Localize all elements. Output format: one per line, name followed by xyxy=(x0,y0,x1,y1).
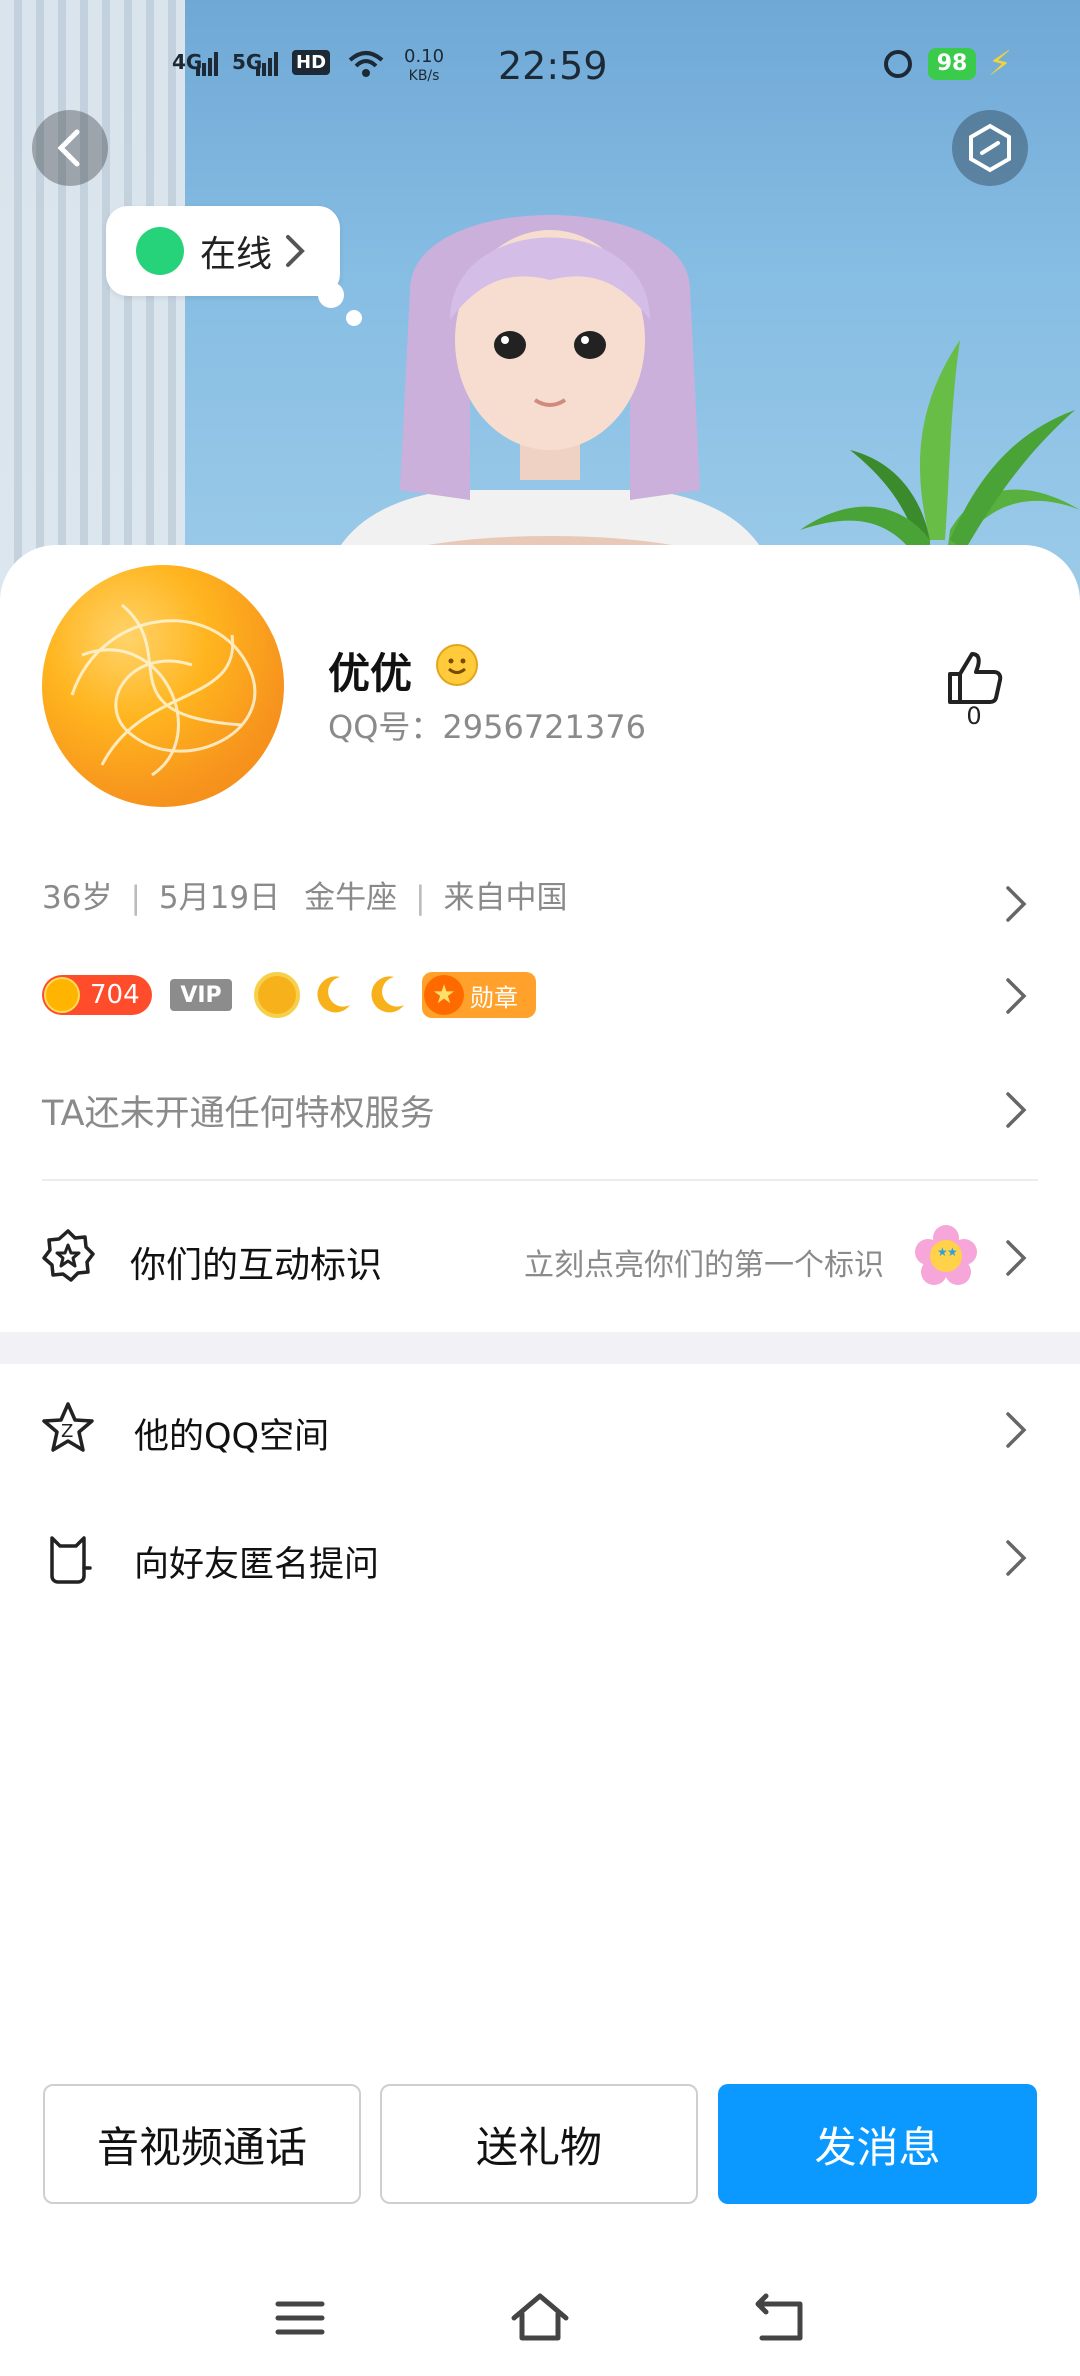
chevron-right-icon xyxy=(286,235,305,267)
signal-bars-icon xyxy=(256,52,278,76)
profile-name: 优优 xyxy=(328,649,413,698)
online-status-button[interactable]: 在线 xyxy=(106,206,340,296)
battery-level: 98 xyxy=(928,48,976,80)
level-badge[interactable]: 704 xyxy=(42,975,152,1015)
menu-item-anonymous-question[interactable]: 向好友匿名提问 xyxy=(134,1536,379,1587)
interaction-mark-hint[interactable]: 立刻点亮你们的第一个标识 xyxy=(524,1240,884,1284)
vip-badge[interactable]: VIP xyxy=(170,979,232,1011)
signal-bars-icon xyxy=(196,52,218,76)
clock: 22:59 xyxy=(498,44,608,88)
avatar[interactable] xyxy=(42,565,284,807)
interaction-mark-label[interactable]: 你们的互动标识 xyxy=(130,1236,382,1288)
back-nav-icon[interactable] xyxy=(748,2286,812,2350)
thought-bubble-dot xyxy=(346,310,362,326)
smiley-icon[interactable] xyxy=(436,644,478,686)
chevron-right-icon[interactable] xyxy=(1004,976,1028,1016)
chevron-right-icon[interactable] xyxy=(1004,1410,1028,1450)
like-count: 0 xyxy=(966,702,982,730)
birthday: 5月19日 xyxy=(158,880,281,916)
svg-text:Z: Z xyxy=(61,1421,73,1442)
separator: | xyxy=(130,880,141,916)
hexagon-icon xyxy=(969,123,1011,173)
level-value: 704 xyxy=(90,980,140,1010)
svg-text:★: ★ xyxy=(947,1245,958,1259)
interaction-mark-icon xyxy=(42,1229,95,1282)
divider xyxy=(42,1179,1038,1181)
zodiac: 金牛座 xyxy=(304,880,398,916)
thought-bubble-dot xyxy=(318,282,344,308)
send-gift-button[interactable]: 送礼物 xyxy=(380,2084,698,2204)
menu-icon[interactable] xyxy=(268,2286,332,2350)
smiley-face xyxy=(448,658,466,674)
av-call-button[interactable]: 音视频通话 xyxy=(43,2084,361,2204)
chevron-left-icon xyxy=(57,129,80,167)
star-icon: ★ xyxy=(424,975,464,1015)
system-nav-bar xyxy=(0,2256,1080,2366)
alarm-icon xyxy=(884,50,912,78)
chevron-right-icon[interactable] xyxy=(1004,1090,1028,1130)
chevron-right-icon[interactable] xyxy=(1004,1238,1028,1278)
net-speed: 0.10 KB/s xyxy=(404,48,444,85)
net-speed-unit: KB/s xyxy=(408,68,440,84)
privilege-status[interactable]: TA还未开通任何特权服务 xyxy=(42,1085,435,1136)
age: 36岁 xyxy=(42,880,113,916)
avatar-swirl-pattern xyxy=(70,603,257,777)
charging-icon: ⚡ xyxy=(988,44,1012,84)
moon-level-icon xyxy=(317,976,350,1013)
basic-info-row[interactable]: 36岁 | 5月19日 金牛座 | 来自中国 xyxy=(42,872,568,917)
status-bar: 4G 5G HD 0.10 KB/s 22:59 98 ⚡ xyxy=(0,44,1080,94)
moon-level-icon xyxy=(371,976,404,1013)
flower-mascot-icon: ★ ★ xyxy=(915,1225,977,1285)
online-indicator xyxy=(136,227,184,275)
anonymous-cat-icon xyxy=(50,1536,92,1584)
separator: | xyxy=(415,880,426,916)
hd-badge: HD xyxy=(292,50,331,75)
badges-row[interactable]: 704 VIP ★ 勋章 xyxy=(42,970,536,1020)
online-status-label: 在线 xyxy=(200,234,273,275)
chevron-right-icon[interactable] xyxy=(1004,884,1028,924)
net-speed-value: 0.10 xyxy=(404,46,445,67)
send-message-button[interactable]: 发消息 xyxy=(718,2084,1037,2204)
qq-number: QQ号：2956721376 xyxy=(328,708,646,746)
coin-icon xyxy=(44,977,80,1013)
medal-label: 勋章 xyxy=(470,983,518,1012)
qzone-star-icon: Z xyxy=(42,1402,94,1452)
menu-item-qzone[interactable]: 他的QQ空间 xyxy=(134,1408,329,1459)
thumbs-up-icon[interactable] xyxy=(944,648,1004,708)
wifi-icon xyxy=(348,51,384,77)
dressup-button[interactable] xyxy=(952,110,1028,186)
home-icon[interactable] xyxy=(508,2286,572,2350)
sun-level-icon xyxy=(254,972,300,1018)
location: 来自中国 xyxy=(443,880,568,916)
chevron-right-icon[interactable] xyxy=(1004,1538,1028,1578)
medal-badge[interactable]: ★ 勋章 xyxy=(422,972,536,1018)
zplan-avatar-illustration xyxy=(320,215,780,600)
section-gap xyxy=(0,1332,1080,1364)
back-button[interactable] xyxy=(32,110,108,186)
